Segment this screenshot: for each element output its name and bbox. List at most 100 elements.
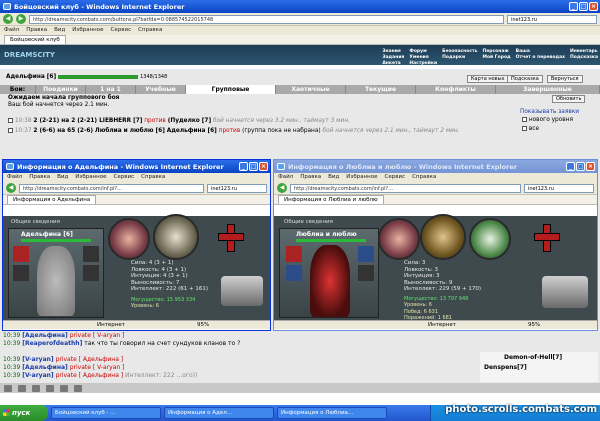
address-bar[interactable]: http://dreamscity.combats.com/buttons.pl…	[29, 14, 504, 24]
tab-chaotic[interactable]: Хаотичные	[276, 85, 346, 94]
tab-conflicts[interactable]: Конфликты	[416, 85, 496, 94]
menu-favorites[interactable]: Избранное	[72, 26, 103, 35]
search-box[interactable]: inet123.ru	[507, 14, 597, 24]
player-name[interactable]: Адельфина [6]	[6, 74, 56, 80]
equipment-slot[interactable]	[286, 246, 302, 262]
chat-nick[interactable]: [Reaperofdeathh]	[22, 340, 82, 347]
tab-duels[interactable]: Поединки	[36, 85, 86, 94]
info2-title-bar[interactable]: Информация о Люблиа и люблю - Windows In…	[274, 160, 597, 173]
nav-item[interactable]: Инвентарь	[570, 49, 598, 54]
minimize-button[interactable]: _	[566, 162, 575, 171]
forward-button[interactable]: ▶	[16, 14, 26, 24]
radio-icon[interactable]	[522, 117, 527, 122]
toolbar-icon[interactable]	[46, 384, 54, 392]
chat-nick[interactable]: [V-aryan]	[22, 356, 53, 363]
back-button[interactable]: ◀	[3, 14, 13, 24]
info1-tab[interactable]: Информация о Адельфина	[7, 195, 97, 204]
start-button[interactable]: пуск	[0, 405, 48, 421]
nav-item[interactable]: Подсказка	[570, 55, 598, 60]
main-title-bar[interactable]: Бойцовский клуб - Windows Internet Explo…	[0, 0, 600, 13]
menu-edit[interactable]: Правка	[300, 173, 321, 182]
close-button[interactable]: ×	[586, 162, 595, 171]
equipment-slot[interactable]	[83, 246, 99, 262]
menu-favorites[interactable]: Избранное	[346, 173, 377, 182]
equipment-slot[interactable]	[358, 246, 374, 262]
equipment-slot[interactable]	[13, 246, 29, 262]
zoom-level[interactable]: 95%	[528, 322, 540, 328]
hint-button[interactable]: Подсказка	[507, 75, 543, 83]
toolbar-icon[interactable]	[4, 384, 12, 392]
nav-item[interactable]: Безопасность	[442, 49, 477, 54]
taskbar-item[interactable]: Информация о Люблиа...	[277, 407, 387, 419]
nav-item[interactable]: Форум	[409, 49, 437, 54]
filter-new-level[interactable]: нового уровня	[522, 117, 573, 123]
maximize-button[interactable]: □	[579, 2, 588, 11]
back-game-button[interactable]: Вернуться	[547, 75, 583, 83]
menu-edit[interactable]: Правка	[29, 173, 50, 182]
info1-search[interactable]: inet123.ru	[207, 183, 267, 193]
nav-item[interactable]: Персонаж	[482, 49, 510, 54]
maximize-button[interactable]: □	[249, 162, 258, 171]
menu-edit[interactable]: Правка	[26, 26, 47, 35]
back-button[interactable]: ◀	[277, 183, 287, 193]
zoom-level[interactable]: 95%	[197, 322, 209, 328]
taskbar-item[interactable]: Бойцовский клуб - ...	[51, 407, 161, 419]
menu-view[interactable]: Вид	[54, 26, 65, 35]
menu-tools[interactable]: Сервис	[111, 26, 132, 35]
nav-item[interactable]: Задания	[382, 55, 404, 60]
info2-tab[interactable]: Информация о Люблиа и люблю	[278, 195, 384, 204]
menu-help[interactable]: Справка	[138, 26, 162, 35]
online-user[interactable]: Denspens[7]	[484, 364, 527, 371]
tab-training[interactable]: Учебные	[136, 85, 186, 94]
radio-icon[interactable]	[8, 118, 13, 123]
menu-file[interactable]: Файл	[7, 173, 22, 182]
info1-address-bar[interactable]: http://dreamscity.combats.com/inf.pl?...	[19, 183, 204, 193]
taskbar-item[interactable]: Информация о Адел...	[164, 407, 274, 419]
nav-item[interactable]: Настройки	[409, 61, 437, 66]
close-button[interactable]: ×	[589, 2, 598, 11]
toolbar-icon[interactable]	[32, 384, 40, 392]
menu-favorites[interactable]: Избранное	[75, 173, 106, 182]
toolbar-icon[interactable]	[18, 384, 26, 392]
battle-row-2[interactable]: 10:37 2 (6-6) на 65 (2-6) Люблиа и люблю…	[8, 128, 460, 134]
equipment-slot[interactable]	[13, 265, 29, 281]
minimize-button[interactable]: _	[239, 162, 248, 171]
menu-help[interactable]: Справка	[412, 173, 436, 182]
menu-file[interactable]: Файл	[4, 26, 19, 35]
maximize-button[interactable]: □	[576, 162, 585, 171]
tab-current[interactable]: Текущие	[346, 85, 416, 94]
chat-nick[interactable]: [Адельфина]	[22, 332, 68, 339]
map-button[interactable]: Карта новых	[467, 75, 509, 83]
nav-item[interactable]: Анкета	[382, 61, 404, 66]
toolbar-icon[interactable]	[60, 384, 68, 392]
online-user[interactable]: Demon-of-Hell[7]	[504, 354, 562, 361]
nav-item[interactable]: Подарки	[442, 55, 477, 60]
info1-title-bar[interactable]: Информация о Адельфина - Windows Interne…	[3, 160, 270, 173]
battle-row-1[interactable]: 10:38 2 (2-21) на 2 (2-21) LIEBHERR [7] …	[8, 118, 350, 124]
equipment-slot[interactable]	[358, 265, 374, 281]
nav-item[interactable]: Ваша	[516, 49, 565, 54]
menu-file[interactable]: Файл	[278, 173, 293, 182]
tab-1v1[interactable]: 1 на 1	[86, 85, 136, 94]
minimize-button[interactable]: _	[569, 2, 578, 11]
close-button[interactable]: ×	[259, 162, 268, 171]
menu-tools[interactable]: Сервис	[385, 173, 406, 182]
chat-nick[interactable]: [V-aryan]	[22, 372, 53, 379]
browser-tab[interactable]: Бойцовский клуб	[4, 35, 66, 44]
tab-group[interactable]: Групповые	[186, 85, 276, 94]
refresh-button[interactable]: Обновить	[552, 95, 586, 103]
menu-view[interactable]: Вид	[328, 173, 339, 182]
nav-item[interactable]: Знания	[382, 49, 404, 54]
radio-icon[interactable]	[8, 128, 13, 133]
filter-all[interactable]: все	[522, 126, 539, 132]
info2-address-bar[interactable]: http://dreamscity.combats.com/inf.pl?...	[290, 183, 521, 193]
info2-search[interactable]: inet123.ru	[524, 183, 594, 193]
chat-nick[interactable]: [Адельфина]	[22, 364, 68, 371]
back-button[interactable]: ◀	[6, 183, 16, 193]
radio-icon[interactable]	[522, 126, 527, 131]
nav-item[interactable]: Мой Город	[482, 55, 510, 60]
equipment-slot[interactable]	[83, 265, 99, 281]
equipment-slot[interactable]	[286, 265, 302, 281]
nav-item[interactable]: Отчет о переводах	[516, 55, 565, 60]
tab-finished[interactable]: Завершенные	[496, 85, 600, 94]
